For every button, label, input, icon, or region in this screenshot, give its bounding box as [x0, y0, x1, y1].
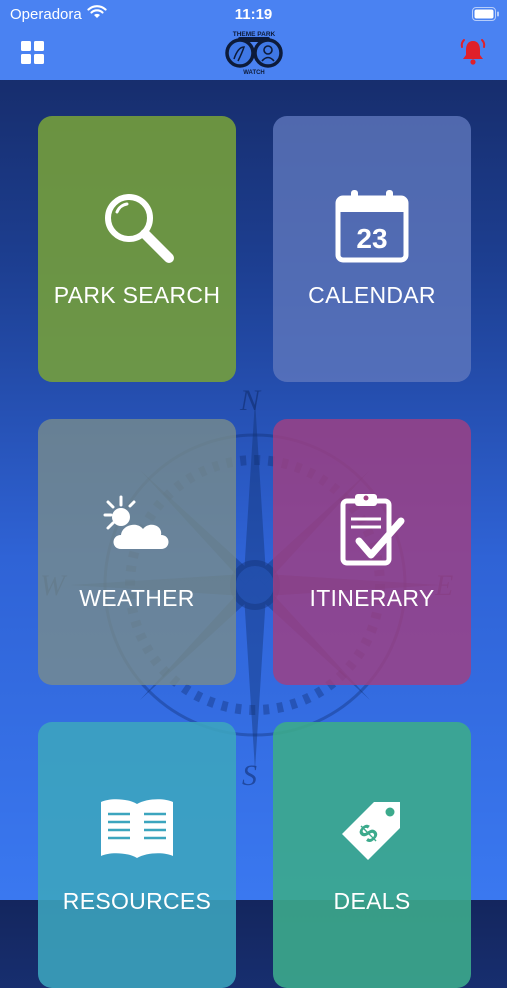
park-search-label: PARK SEARCH	[53, 282, 221, 308]
calendar-label: CALENDAR	[308, 282, 436, 308]
weather-label: WEATHER	[79, 585, 195, 611]
weather-tile[interactable]: WEATHER	[38, 419, 236, 685]
battery-icon	[472, 7, 500, 25]
itinerary-label: ITINERARY	[309, 585, 435, 611]
itinerary-tile[interactable]: ITINERARY	[273, 419, 471, 685]
calendar-tile[interactable]: 23 CALENDAR	[273, 116, 471, 382]
app-logo: THEME PARK WATCH	[220, 28, 288, 76]
park-search-tile[interactable]: PARK SEARCH	[38, 116, 236, 382]
status-bar: Operadora 11:19	[0, 0, 507, 28]
header-bar: Operadora 11:19 THEME PARK WATCH	[0, 0, 507, 80]
deals-label: DEALS	[333, 888, 411, 914]
resources-label: RESOURCES	[62, 888, 212, 914]
compass-south-letter: S	[242, 759, 257, 792]
grid-menu-icon[interactable]	[20, 40, 46, 66]
deals-tile[interactable]: $ DEALS	[273, 722, 471, 988]
compass-north-letter: N	[239, 384, 262, 417]
magnifier-icon	[38, 188, 236, 268]
open-book-icon	[38, 794, 236, 874]
status-time: 11:19	[234, 6, 273, 23]
bell-icon[interactable]	[459, 38, 487, 66]
resources-tile[interactable]: RESOURCES	[38, 722, 236, 988]
price-tag-icon: $	[273, 794, 471, 874]
sun-cloud-icon	[38, 491, 236, 571]
calendar-icon: 23	[273, 188, 471, 268]
logo-bottom-text: WATCH	[243, 70, 265, 76]
calendar-day-number: 23	[356, 223, 387, 254]
logo-top-text: THEME PARK	[233, 31, 276, 38]
clipboard-check-icon	[273, 491, 471, 571]
